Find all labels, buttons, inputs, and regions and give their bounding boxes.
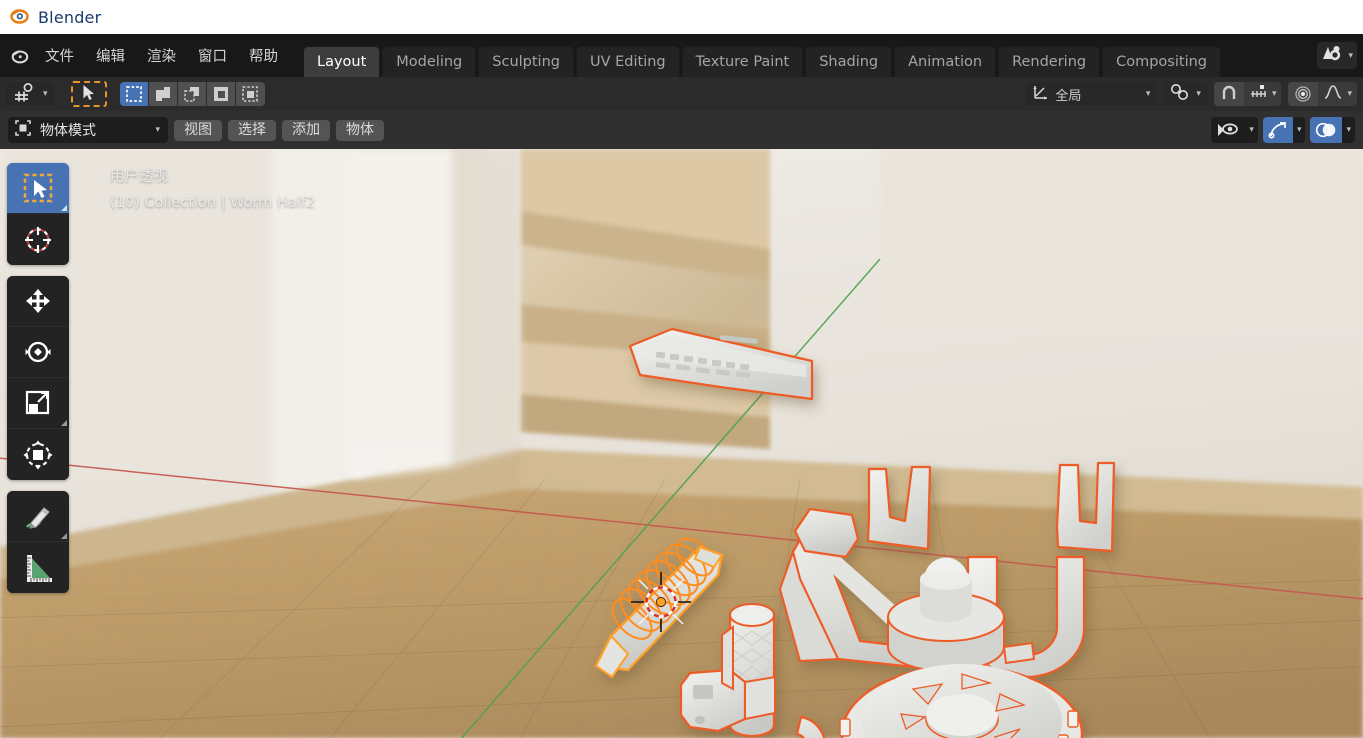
tab-shading[interactable]: Shading [805,46,893,78]
proportional-falloff-dropdown[interactable]: ▾ [1318,82,1357,106]
interaction-mode-value: 物体模式 [40,123,96,139]
gizmos-chevron[interactable]: ▾ [1292,117,1306,143]
select-invert-icon[interactable] [206,82,236,106]
pivot-point-icon [1169,83,1191,105]
tab-texture-paint[interactable]: Texture Paint [681,46,804,78]
tab-modeling[interactable]: Modeling [382,46,477,78]
object-visibility-chevron[interactable]: ▾ [1245,117,1258,143]
viewport-canvas [0,149,1363,738]
menu-render[interactable]: 渲染 [136,41,187,70]
tweak-tool-icon [12,82,38,106]
chevron-down-icon: ▾ [1296,125,1302,135]
vp-menu-select[interactable]: 选择 [228,119,276,141]
tool-group-select [7,163,69,265]
select-tool-indicator[interactable] [70,81,107,107]
proportional-edit-icon[interactable] [1288,82,1319,106]
menu-file[interactable]: 文件 [34,41,85,70]
transform-orientation-dropdown[interactable]: 全局 ▾ [1026,82,1157,106]
menu-edit[interactable]: 编辑 [85,41,136,70]
snap-target-dropdown[interactable]: ▾ [1243,82,1282,106]
tab-rendering[interactable]: Rendering [998,46,1101,78]
proportional-edit-group: ▾ [1288,82,1357,106]
window-title: Blender [38,7,102,27]
flat-bar-mesh [1002,641,1036,665]
tab-compositing[interactable]: Compositing [1102,46,1221,78]
chevron-down-icon: ▾ [43,89,48,99]
tool-move[interactable] [7,276,69,327]
tool-select-box[interactable] [7,163,69,214]
menu-help[interactable]: 帮助 [238,41,289,70]
select-extend-icon[interactable] [148,82,178,106]
menu-window[interactable]: 窗口 [187,41,238,70]
overlays-icon[interactable] [1310,117,1343,143]
tab-layout[interactable]: Layout [303,46,381,78]
topbar-right-group: ▾ [1317,42,1359,69]
snap-magnet-icon[interactable] [1213,82,1244,106]
3d-cursor [631,572,691,632]
select-intersect-icon[interactable] [235,82,265,106]
tool-settings-bar: ▾ 全局 ▾ ▾ ▾ ▾ [0,77,1363,111]
viewport-header-right: ▾ ▾ ▾ [1211,117,1355,143]
chevron-down-icon: ▾ [1249,125,1254,135]
object-mode-icon [14,119,32,141]
tab-sculpting[interactable]: Sculpting [478,46,574,78]
chevron-down-icon: ▾ [155,125,160,135]
active-tool-button[interactable]: ▾ [6,82,54,106]
orientation-axes-icon [1032,83,1050,105]
tool-group-annotate [7,491,69,593]
chevron-down-icon: ▾ [1145,89,1151,99]
gizmos-toggle[interactable]: ▾ [1262,117,1306,143]
select-mode-group [119,82,265,106]
chevron-down-icon: ▾ [1347,89,1352,99]
tab-animation[interactable]: Animation [894,46,997,78]
object-visibility-icon[interactable] [1211,117,1246,143]
transform-orientation-value: 全局 [1055,88,1082,104]
falloff-smooth-icon [1323,83,1343,105]
interaction-mode-dropdown[interactable]: 物体模式 ▾ [8,117,168,143]
chevron-down-icon: ▾ [1196,89,1201,99]
scene-camera-icon [1321,44,1346,67]
gizmo-icon[interactable] [1262,117,1293,143]
tool-cursor[interactable] [7,214,69,265]
chevron-down-icon: ▾ [1348,50,1353,61]
snap-increment-icon [1249,83,1268,105]
tool-measure[interactable] [7,542,69,593]
toolbar-sidebar [7,163,69,593]
select-set-icon[interactable] [119,82,149,106]
vp-menu-view[interactable]: 视图 [174,119,222,141]
workspace-tabs: Layout Modeling Sculpting UV Editing Tex… [303,34,1223,78]
tool-annotate[interactable] [7,491,69,542]
blender-window: Blender 文件 编辑 渲染 窗口 帮助 Layout Modeling S… [0,0,1363,738]
overlays-chevron[interactable]: ▾ [1342,117,1355,143]
3d-viewport[interactable]: 用户透视 (10) Collection | Worm Half2 [0,149,1363,738]
wedge-mesh [721,625,734,691]
tab-uv-editing[interactable]: UV Editing [575,46,680,78]
topbar: 文件 编辑 渲染 窗口 帮助 Layout Modeling Sculpting… [0,34,1363,78]
pivot-point-dropdown[interactable]: ▾ [1163,82,1207,106]
chevron-down-icon: ▾ [1271,89,1277,99]
window-titlebar: Blender [0,0,1363,34]
cursor-arrow-icon [82,84,95,105]
tool-rotate[interactable] [7,327,69,378]
tool-scale[interactable] [7,378,69,429]
select-subtract-icon[interactable] [177,82,207,106]
blender-logo-icon [8,4,30,30]
tool-submenu-corner [61,420,67,426]
tool-group-transform [7,276,69,480]
blender-icon[interactable] [4,41,34,71]
scene-selector[interactable]: ▾ [1317,42,1357,69]
tool-submenu-corner [61,533,67,539]
overlays-toggle[interactable]: ▾ [1310,117,1355,143]
object-visibility-toggle[interactable]: ▾ [1211,117,1258,143]
tool-submenu-corner [61,205,67,211]
snap-group: ▾ [1213,82,1282,106]
chevron-down-icon: ▾ [1346,125,1351,135]
vp-menu-object[interactable]: 物体 [336,119,384,141]
tool-transform[interactable] [7,429,69,480]
vp-menu-add[interactable]: 添加 [282,119,330,141]
viewport-header: 物体模式 ▾ 视图 选择 添加 物体 ▾ ▾ ▾ [0,111,1363,149]
